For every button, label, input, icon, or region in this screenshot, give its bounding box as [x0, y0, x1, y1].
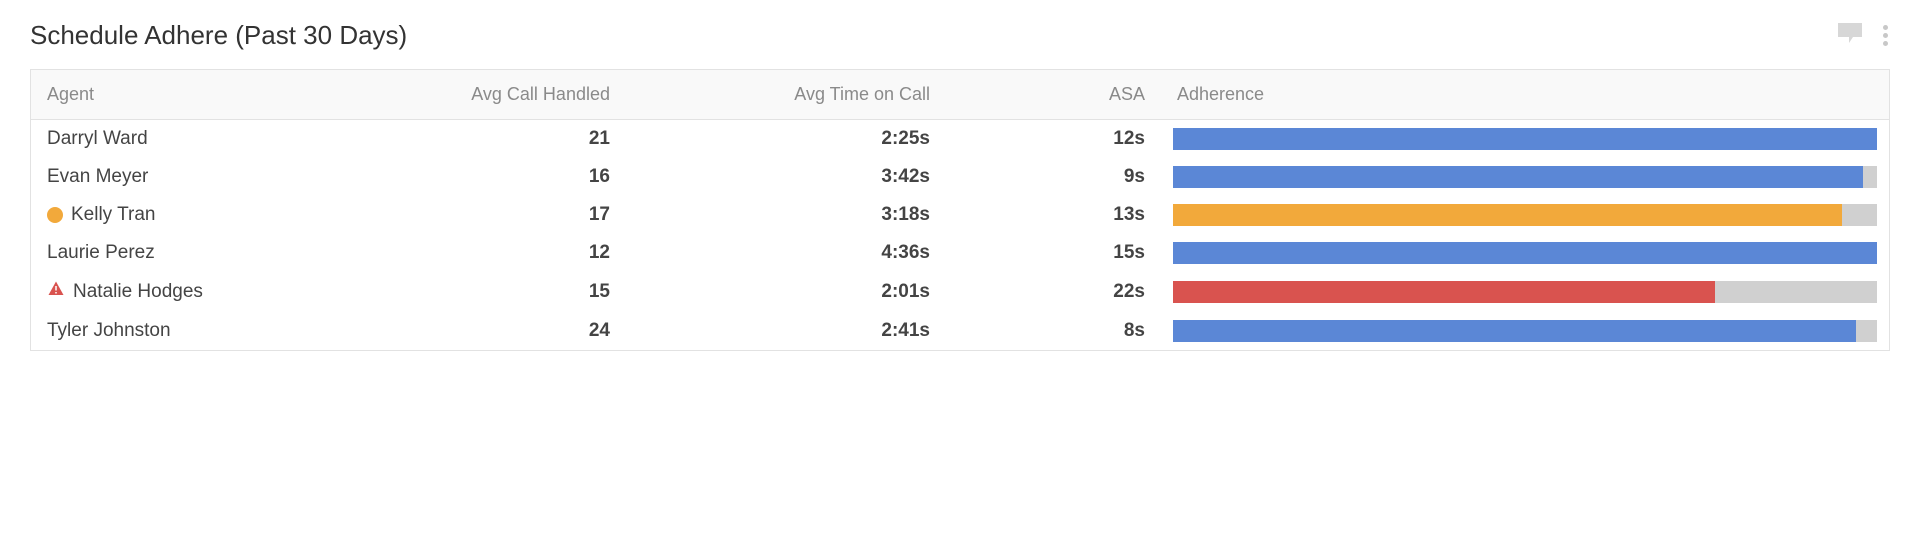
column-header-avg-time-on-call[interactable]: Avg Time on Call	[626, 70, 946, 119]
cell-asa: 22s	[946, 273, 1161, 311]
cell-adherence	[1161, 273, 1889, 311]
column-header-asa[interactable]: ASA	[946, 70, 1161, 119]
cell-agent: Laurie Perez	[31, 234, 311, 272]
agent-name: Natalie Hodges	[73, 281, 203, 303]
cell-adherence	[1161, 158, 1889, 196]
kebab-menu-icon[interactable]	[1881, 23, 1890, 48]
cell-adherence	[1161, 312, 1889, 350]
agent-name: Kelly Tran	[71, 204, 155, 226]
adherence-bar-fill	[1173, 242, 1877, 264]
cell-avg-time-on-call: 2:01s	[626, 273, 946, 311]
adherence-bar-track	[1173, 320, 1877, 342]
agent-cell: Kelly Tran	[47, 204, 295, 226]
agent-name: Tyler Johnston	[47, 320, 171, 342]
alert-triangle-icon	[47, 280, 65, 304]
adherence-bar-fill	[1173, 128, 1877, 150]
cell-avg-call-handled: 17	[311, 196, 626, 234]
cell-agent: Natalie Hodges	[31, 272, 311, 312]
cell-avg-time-on-call: 3:18s	[626, 196, 946, 234]
cell-avg-call-handled: 12	[311, 234, 626, 272]
table-row[interactable]: Darryl Ward 212:25s12s	[31, 120, 1889, 158]
column-header-agent[interactable]: Agent	[31, 70, 311, 119]
cell-avg-call-handled: 21	[311, 120, 626, 158]
table-body: Darryl Ward 212:25s12s Evan Meyer 163:42s9s…	[31, 120, 1889, 350]
adherence-bar-track	[1173, 281, 1877, 303]
adherence-bar-track	[1173, 128, 1877, 150]
cell-asa: 15s	[946, 234, 1161, 272]
adherence-bar-fill	[1173, 320, 1856, 342]
table-row[interactable]: Laurie Perez 124:36s15s	[31, 234, 1889, 272]
cell-asa: 13s	[946, 196, 1161, 234]
table-row[interactable]: Tyler Johnston 242:41s8s	[31, 312, 1889, 350]
widget-header: Schedule Adhere (Past 30 Days)	[30, 20, 1890, 51]
table-header-row: Agent Avg Call Handled Avg Time on Call …	[31, 70, 1889, 120]
cell-avg-call-handled: 16	[311, 158, 626, 196]
cell-agent: Kelly Tran	[31, 196, 311, 234]
cell-adherence	[1161, 234, 1889, 272]
agent-name: Evan Meyer	[47, 166, 148, 188]
cell-avg-time-on-call: 4:36s	[626, 234, 946, 272]
cell-adherence	[1161, 196, 1889, 234]
adherence-table: Agent Avg Call Handled Avg Time on Call …	[30, 69, 1890, 351]
cell-avg-call-handled: 24	[311, 312, 626, 350]
cell-agent: Darryl Ward	[31, 120, 311, 158]
widget-actions	[1837, 22, 1890, 49]
cell-avg-time-on-call: 2:41s	[626, 312, 946, 350]
cell-agent: Tyler Johnston	[31, 312, 311, 350]
cell-avg-call-handled: 15	[311, 273, 626, 311]
adherence-bar-fill	[1173, 166, 1863, 188]
column-header-adherence[interactable]: Adherence	[1161, 70, 1889, 119]
widget-title: Schedule Adhere (Past 30 Days)	[30, 20, 407, 51]
adherence-bar-track	[1173, 204, 1877, 226]
adherence-bar-track	[1173, 166, 1877, 188]
cell-asa: 8s	[946, 312, 1161, 350]
column-header-avg-call-handled[interactable]: Avg Call Handled	[311, 70, 626, 119]
agent-cell: Tyler Johnston	[47, 320, 295, 342]
cell-avg-time-on-call: 3:42s	[626, 158, 946, 196]
adherence-bar-fill	[1173, 204, 1842, 226]
cell-adherence	[1161, 120, 1889, 158]
agent-name: Laurie Perez	[47, 242, 155, 264]
cell-avg-time-on-call: 2:25s	[626, 120, 946, 158]
agent-name: Darryl Ward	[47, 128, 148, 150]
cell-asa: 9s	[946, 158, 1161, 196]
warning-dot-icon	[47, 207, 63, 223]
table-row[interactable]: Natalie Hodges 152:01s22s	[31, 272, 1889, 312]
comment-icon[interactable]	[1837, 22, 1863, 49]
agent-cell: Natalie Hodges	[47, 280, 295, 304]
agent-cell: Laurie Perez	[47, 242, 295, 264]
agent-cell: Darryl Ward	[47, 128, 295, 150]
table-row[interactable]: Evan Meyer 163:42s9s	[31, 158, 1889, 196]
table-row[interactable]: Kelly Tran 173:18s13s	[31, 196, 1889, 234]
adherence-bar-fill	[1173, 281, 1715, 303]
cell-agent: Evan Meyer	[31, 158, 311, 196]
cell-asa: 12s	[946, 120, 1161, 158]
adherence-bar-track	[1173, 242, 1877, 264]
agent-cell: Evan Meyer	[47, 166, 295, 188]
